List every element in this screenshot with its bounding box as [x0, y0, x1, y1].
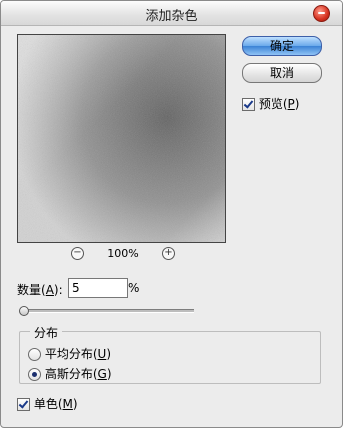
preview-checkbox-row[interactable]: 预览(P): [242, 95, 299, 112]
gaussian-label: 高斯分布: [44, 367, 93, 381]
amount-label: 数量: [17, 283, 42, 297]
amount-input[interactable]: [68, 278, 128, 298]
close-icon[interactable]: [313, 5, 330, 22]
add-noise-dialog: 添加杂色 − 100% + 确定 取消 预览(P) 数量(A): 5 % 分布 …: [0, 0, 343, 428]
gaussian-radio[interactable]: [28, 368, 41, 381]
preview-mnemonic: P: [287, 97, 295, 111]
distribution-title: 分布: [30, 324, 63, 341]
monochrome-mnemonic: M: [62, 397, 73, 411]
preview-label: 预览: [258, 97, 283, 111]
noise-preview[interactable]: [17, 34, 226, 243]
amount-unit: %: [128, 281, 140, 295]
monochrome-checkbox[interactable]: [17, 398, 30, 411]
dialog-title: 添加杂色: [145, 9, 198, 24]
preview-checkbox[interactable]: [242, 98, 255, 111]
amount-slider[interactable]: [18, 306, 194, 316]
distribution-option-uniform[interactable]: 平均分布(U): [28, 345, 111, 362]
uniform-mnemonic: U: [97, 347, 107, 361]
monochrome-checkbox-row[interactable]: 单色(M): [17, 395, 78, 412]
zoom-out-icon[interactable]: −: [71, 247, 84, 260]
zoom-controls: − 100% +: [17, 245, 224, 263]
zoom-in-icon[interactable]: +: [162, 247, 175, 260]
amount-mnemonic: A: [45, 283, 54, 297]
amount-label-row: 数量(A):: [17, 283, 63, 297]
distribution-option-gaussian[interactable]: 高斯分布(G): [28, 365, 112, 382]
cancel-button[interactable]: 取消: [242, 63, 322, 83]
gaussian-mnemonic: G: [97, 367, 107, 381]
uniform-radio[interactable]: [28, 348, 41, 361]
noise-preview-image: [18, 35, 225, 242]
ok-button[interactable]: 确定: [242, 36, 322, 56]
distribution-group: 分布 平均分布(U) 高斯分布(G): [19, 324, 321, 384]
amount-slider-thumb[interactable]: [18, 306, 29, 316]
zoom-level: 100%: [107, 247, 139, 260]
amount-colon: :: [58, 283, 63, 297]
title-bar[interactable]: 添加杂色: [1, 1, 342, 26]
monochrome-label: 单色: [33, 397, 58, 411]
uniform-label: 平均分布: [44, 347, 93, 361]
